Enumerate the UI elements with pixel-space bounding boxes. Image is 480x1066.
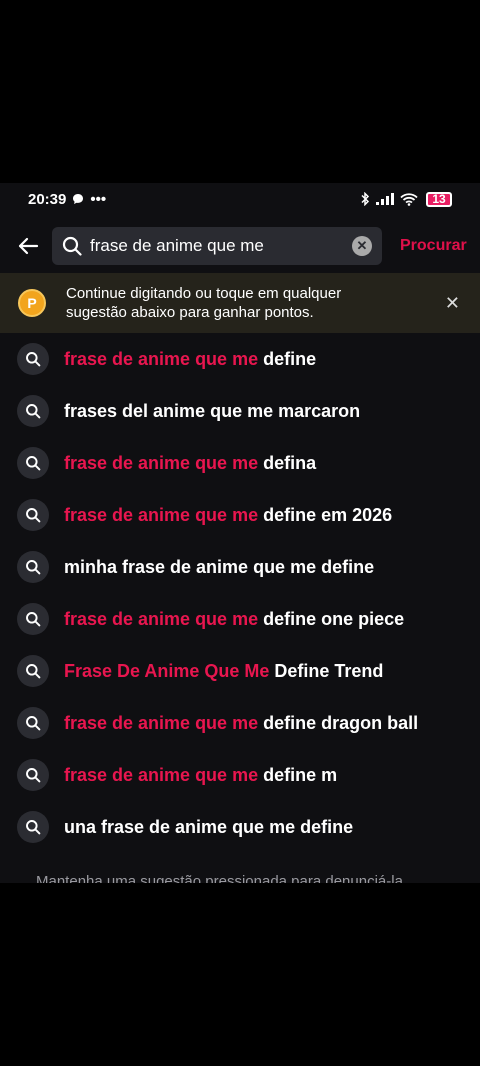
suggestion-text: frase de anime que me define	[64, 349, 316, 370]
suggestion-rest: define m	[258, 764, 338, 785]
suggestion-rest: define one piece	[258, 608, 405, 629]
suggestion-rest: una frase de anime que me define	[64, 816, 354, 837]
suggestion-list: frase de anime que me define frases del a…	[0, 333, 480, 853]
suggestion-text: minha frase de anime que me define	[64, 557, 374, 578]
suggestion-highlight: frase de anime que me	[64, 504, 259, 525]
suggestion-highlight: frase de anime que me	[64, 764, 259, 785]
wifi-icon	[400, 192, 418, 206]
suggestion-item[interactable]: frase de anime que me define em 2026	[0, 489, 480, 541]
search-screen: 20:39 ••• 13 frase de anime que me ✕ Pro…	[0, 183, 480, 883]
search-query[interactable]: frase de anime que me	[90, 236, 352, 256]
signal-icon	[376, 193, 394, 205]
suggestion-text: una frase de anime que me define	[64, 817, 353, 838]
points-coin-icon: P	[18, 289, 46, 317]
bluetooth-icon	[361, 192, 370, 206]
clear-icon[interactable]: ✕	[352, 236, 372, 256]
search-icon	[17, 811, 49, 843]
search-icon	[17, 707, 49, 739]
suggestion-item[interactable]: frases del anime que me marcaron	[0, 385, 480, 437]
footer-hint: Mantenha uma sugestão pressionada para d…	[36, 873, 403, 883]
close-icon[interactable]: ✕	[445, 293, 462, 314]
suggestion-item[interactable]: una frase de anime que me define	[0, 801, 480, 853]
suggestion-item[interactable]: frase de anime que me defina	[0, 437, 480, 489]
status-more-icon: •••	[90, 190, 107, 208]
arrow-left-icon	[18, 237, 39, 255]
suggestion-text: frase de anime que me define one piece	[64, 609, 404, 630]
suggestion-rest: Define Trend	[269, 660, 384, 681]
search-icon	[17, 499, 49, 531]
search-button[interactable]: Procurar	[400, 237, 467, 255]
suggestion-item[interactable]: minha frase de anime que me define	[0, 541, 480, 593]
suggestion-rest: define em 2026	[258, 504, 393, 525]
suggestion-rest: define dragon ball	[258, 712, 419, 733]
suggestion-item[interactable]: Frase De Anime Que Me Define Trend	[0, 645, 480, 697]
suggestion-rest: minha frase de anime que me define	[64, 556, 375, 577]
points-tip-banner: P Continue digitando ou toque em qualque…	[0, 273, 480, 333]
suggestion-highlight: frase de anime que me	[64, 608, 259, 629]
suggestion-highlight: frase de anime que me	[64, 712, 259, 733]
battery-icon: 13	[426, 191, 452, 207]
chat-icon	[73, 194, 84, 204]
suggestion-text: frase de anime que me define em 2026	[64, 505, 392, 526]
suggestion-item[interactable]: frase de anime que me define	[0, 333, 480, 385]
status-time: 20:39	[28, 190, 67, 208]
search-icon	[17, 655, 49, 687]
tip-text: Continue digitando ou toque em qualquer …	[66, 285, 342, 321]
search-icon	[17, 447, 49, 479]
suggestion-text: frases del anime que me marcaron	[64, 401, 360, 422]
suggestion-rest: defina	[258, 452, 317, 473]
suggestion-text: frase de anime que me define m	[64, 765, 337, 786]
suggestion-item[interactable]: frase de anime que me define m	[0, 749, 480, 801]
suggestion-rest: frases del anime que me marcaron	[64, 400, 361, 421]
back-button[interactable]	[16, 234, 40, 258]
search-icon	[17, 603, 49, 635]
search-input[interactable]: frase de anime que me ✕	[52, 227, 382, 265]
search-icon	[17, 395, 49, 427]
search-icon	[62, 236, 82, 256]
suggestion-highlight: frase de anime que me	[64, 348, 259, 369]
search-icon	[17, 343, 49, 375]
suggestion-text: frase de anime que me define dragon ball	[64, 713, 418, 734]
suggestion-rest: define	[258, 348, 317, 369]
suggestion-text: Frase De Anime Que Me Define Trend	[64, 661, 383, 682]
suggestion-text: frase de anime que me defina	[64, 453, 316, 474]
suggestion-item[interactable]: frase de anime que me define dragon ball	[0, 697, 480, 749]
suggestion-highlight: frase de anime que me	[64, 452, 259, 473]
search-header: frase de anime que me ✕ Procurar	[0, 225, 480, 267]
search-icon	[17, 759, 49, 791]
suggestion-highlight: Frase De Anime Que Me	[64, 660, 270, 681]
status-bar: 20:39 ••• 13	[0, 183, 480, 215]
search-icon	[17, 551, 49, 583]
suggestion-item[interactable]: frase de anime que me define one piece	[0, 593, 480, 645]
